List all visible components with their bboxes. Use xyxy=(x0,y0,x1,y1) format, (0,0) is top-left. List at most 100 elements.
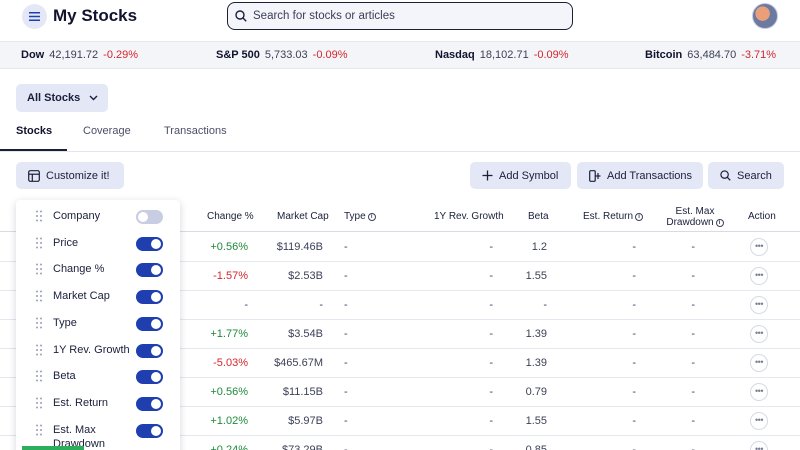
info-icon[interactable]: i xyxy=(367,213,376,221)
cell-est-return: - xyxy=(632,299,636,311)
toggle-knob xyxy=(151,345,161,356)
menu-button[interactable] xyxy=(22,4,47,29)
more-options-icon[interactable]: ••• xyxy=(750,238,768,256)
progress-indicator xyxy=(22,446,84,450)
drag-handle-icon[interactable] xyxy=(36,344,42,356)
cell-type: - xyxy=(344,241,348,253)
cell-rev-growth: - xyxy=(489,357,493,369)
toggle-knob xyxy=(151,292,161,303)
more-options-icon[interactable]: ••• xyxy=(750,383,768,401)
add-symbol-button[interactable]: Add Symbol xyxy=(470,162,571,189)
toggle-knob xyxy=(138,212,148,222)
ticker-value: 18,102.71 xyxy=(479,49,529,61)
more-options-icon[interactable]: ••• xyxy=(750,412,768,430)
more-options-icon[interactable]: ••• xyxy=(750,267,768,285)
column-header-rev-growth[interactable]: 1Y Rev. Growth xyxy=(434,211,504,222)
drag-handle-icon[interactable] xyxy=(36,317,42,329)
cell-market-cap: $11.15B xyxy=(282,386,323,398)
drag-handle-icon[interactable] xyxy=(36,397,42,409)
table-search-button[interactable]: Search xyxy=(708,162,784,189)
column-header-est-return[interactable]: Est. Return i xyxy=(583,211,644,222)
tab-transactions[interactable]: Transactions xyxy=(164,125,227,137)
ticker-item-bitcoin[interactable]: Bitcoin 63,484.70 -3.71% xyxy=(645,49,776,61)
column-option[interactable]: Est. Return xyxy=(16,390,180,416)
info-icon[interactable]: i xyxy=(715,219,724,227)
cell-beta: - xyxy=(543,299,547,311)
column-toggle[interactable] xyxy=(136,210,163,224)
cell-est-return: - xyxy=(632,241,636,253)
column-option[interactable]: Company xyxy=(16,203,180,229)
more-options-icon[interactable]: ••• xyxy=(750,441,768,450)
portfolio-filter-dropdown[interactable]: All Stocks xyxy=(16,84,108,112)
cell-est-return: - xyxy=(632,386,636,398)
cell-drawdown: - xyxy=(691,328,695,340)
cell-market-cap: $73.29B xyxy=(282,444,323,450)
column-option-label: 1Y Rev. Growth xyxy=(53,343,130,356)
more-options-icon[interactable]: ••• xyxy=(750,325,768,343)
column-option[interactable]: 1Y Rev. Growth xyxy=(16,337,180,363)
column-option-label: Price xyxy=(53,236,79,249)
add-transactions-button[interactable]: Add Transactions xyxy=(577,162,703,189)
cell-change: +0.56% xyxy=(210,241,248,253)
drag-handle-icon[interactable] xyxy=(36,290,42,302)
cell-type: - xyxy=(344,270,348,282)
cell-market-cap: $5.97B xyxy=(288,415,323,427)
search-input[interactable] xyxy=(253,10,553,22)
cell-est-return: - xyxy=(632,270,636,282)
drag-handle-icon[interactable] xyxy=(36,263,42,275)
drag-handle-icon[interactable] xyxy=(36,370,42,382)
more-options-icon[interactable]: ••• xyxy=(750,354,768,372)
column-toggle[interactable] xyxy=(136,396,163,411)
cell-rev-growth: - xyxy=(489,299,493,311)
column-option[interactable]: Market Cap xyxy=(16,283,180,309)
avatar[interactable] xyxy=(752,3,778,29)
tab-coverage[interactable]: Coverage xyxy=(83,125,131,137)
column-toggle[interactable] xyxy=(136,236,163,251)
cell-change: -5.03% xyxy=(213,357,248,369)
column-toggle[interactable] xyxy=(136,316,163,331)
ticker-change: -3.71% xyxy=(741,49,777,61)
drag-handle-icon[interactable] xyxy=(36,210,42,222)
column-header-market-cap[interactable]: Market Cap xyxy=(277,211,329,222)
toggle-knob xyxy=(151,265,161,276)
drag-handle-icon[interactable] xyxy=(36,424,42,436)
column-header-drawdown[interactable]: Est. Max Drawdown i xyxy=(660,206,730,228)
toggle-knob xyxy=(151,425,161,436)
cell-type: - xyxy=(344,299,348,311)
drag-handle-icon[interactable] xyxy=(36,237,42,249)
column-header-type[interactable]: Type i xyxy=(344,211,376,222)
customize-button[interactable]: Customize it! xyxy=(16,162,124,189)
cell-drawdown: - xyxy=(691,386,695,398)
column-toggle[interactable] xyxy=(136,343,163,358)
column-option[interactable]: Type xyxy=(16,310,180,336)
search-bar[interactable] xyxy=(227,2,573,30)
cell-market-cap: $119.46B xyxy=(276,241,323,253)
tab-stocks[interactable]: Stocks xyxy=(16,125,52,137)
column-toggle[interactable] xyxy=(136,290,163,305)
column-toggle[interactable] xyxy=(136,370,163,385)
column-option[interactable]: Est. Max Drawdown xyxy=(16,417,180,450)
more-options-icon[interactable]: ••• xyxy=(750,296,768,314)
column-toggle[interactable] xyxy=(136,263,163,278)
toggle-knob xyxy=(151,372,161,383)
column-toggle[interactable] xyxy=(136,423,163,438)
ticker-item-nasdaq[interactable]: Nasdaq 18,102.71 -0.09% xyxy=(435,49,569,61)
cell-drawdown: - xyxy=(691,415,695,427)
cell-change: -1.57% xyxy=(213,270,248,282)
ticker-item-sp500[interactable]: S&P 500 5,733.03 -0.09% xyxy=(216,49,348,61)
cell-rev-growth: - xyxy=(489,415,493,427)
ticker-change: -0.09% xyxy=(312,49,348,61)
cell-rev-growth: - xyxy=(489,241,493,253)
ticker-value: 5,733.03 xyxy=(264,49,308,61)
column-option[interactable]: Beta xyxy=(16,363,180,389)
ticker-item-dow[interactable]: Dow 42,191.72 -0.29% xyxy=(21,49,138,61)
column-header-beta[interactable]: Beta xyxy=(528,211,549,222)
search-icon xyxy=(720,170,731,181)
cell-market-cap: - xyxy=(319,299,323,311)
column-header-change[interactable]: Change % xyxy=(207,211,254,222)
column-option[interactable]: Change % xyxy=(16,256,180,282)
chevron-down-icon xyxy=(89,95,98,101)
info-icon[interactable]: i xyxy=(635,213,644,221)
cell-drawdown: - xyxy=(691,299,695,311)
column-option[interactable]: Price xyxy=(16,230,180,256)
